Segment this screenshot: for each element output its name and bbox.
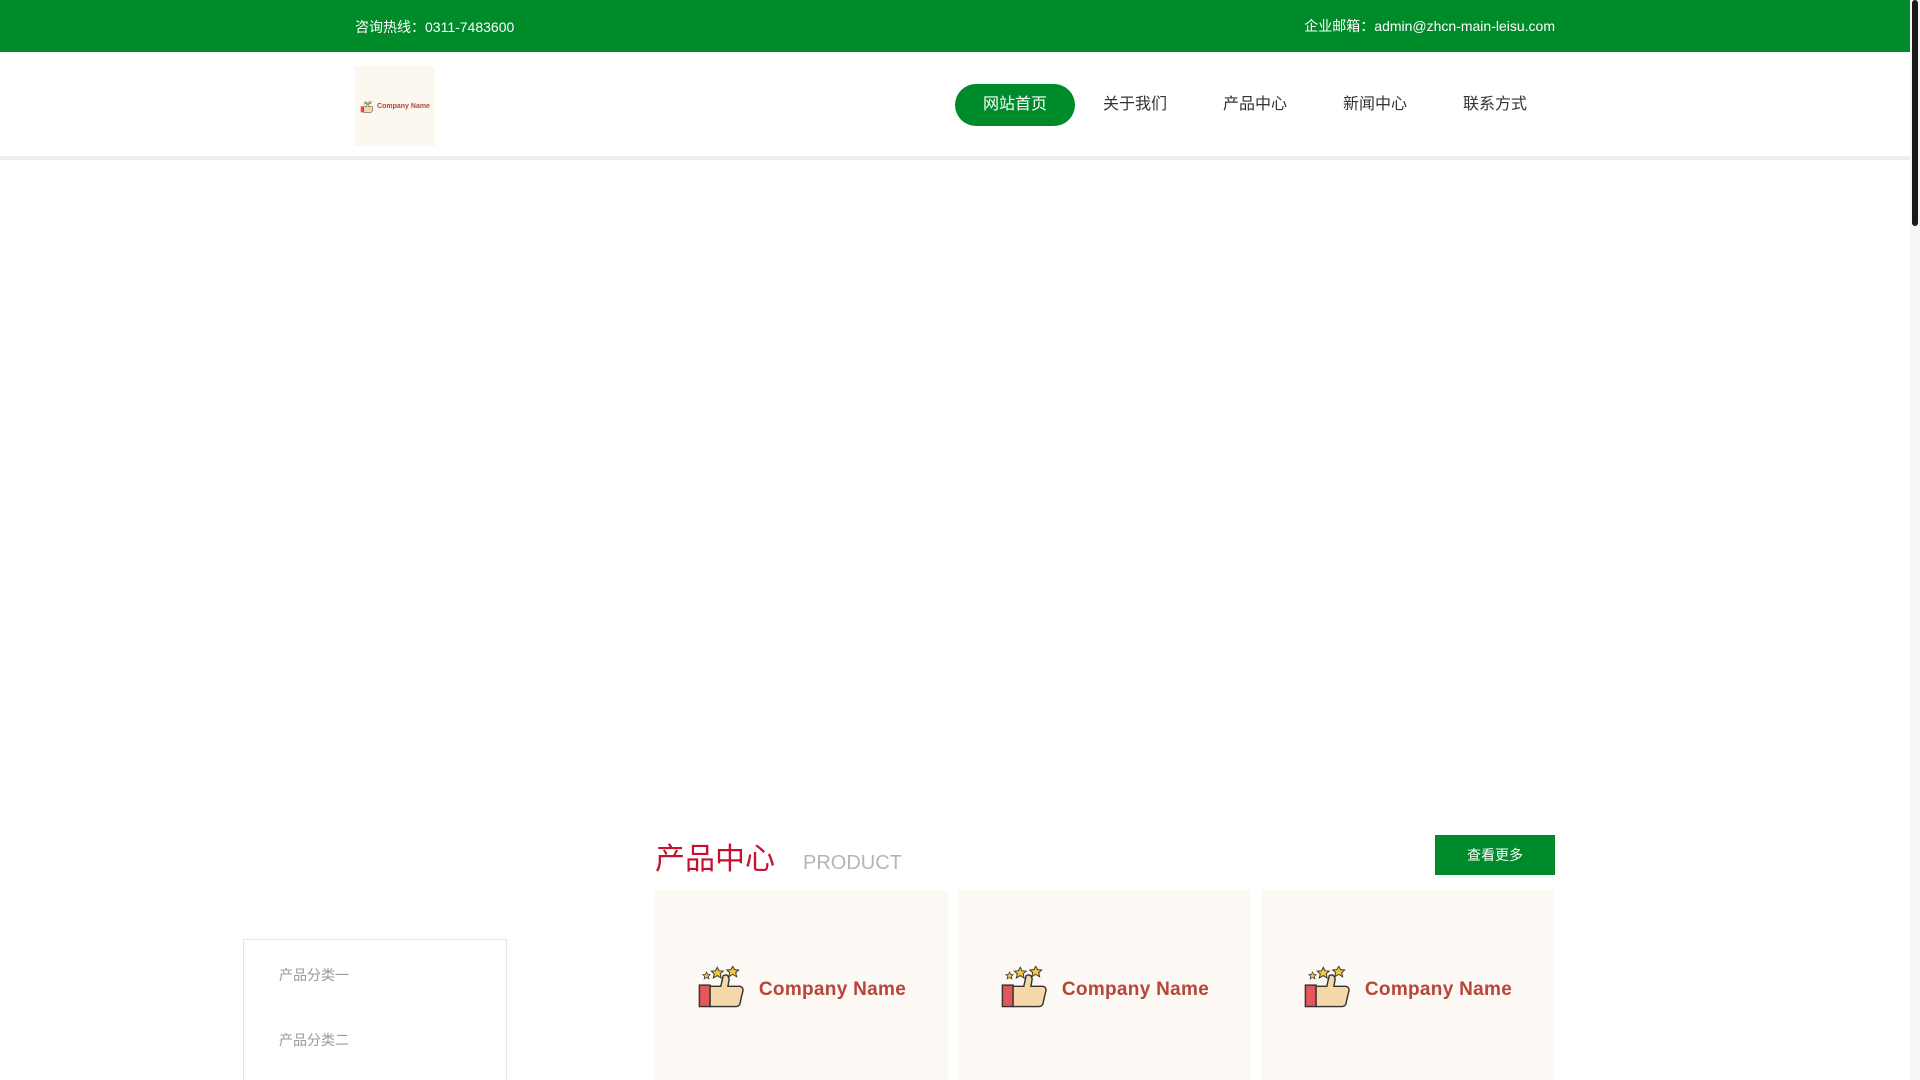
- category-item-1[interactable]: 产品分类一: [244, 943, 506, 1008]
- product-card[interactable]: Company Name: [958, 890, 1251, 1080]
- product-card-name: Company Name: [758, 979, 907, 1000]
- nav-item-contact[interactable]: 联系方式: [1435, 84, 1555, 126]
- site-header: Company Name 网站首页 关于我们 产品中心 新闻中心 联系方式: [0, 52, 1910, 160]
- main-nav: 网站首页 关于我们 产品中心 新闻中心 联系方式: [955, 84, 1555, 126]
- product-card[interactable]: Company Name: [1261, 890, 1554, 1080]
- product-list: Company Name Company Name Company Name: [655, 890, 1554, 1080]
- view-more-button[interactable]: 查看更多: [1435, 835, 1555, 875]
- top-info-bar: 咨询热线：0311-7483600 企业邮箱：admin@zhcn-main-l…: [0, 0, 1910, 52]
- logo-text: Company Name: [377, 102, 430, 110]
- nav-item-news[interactable]: 新闻中心: [1315, 84, 1435, 126]
- nav-item-home[interactable]: 网站首页: [955, 84, 1075, 126]
- products-section-title: 产品中心 PRODUCT: [655, 834, 902, 878]
- page-scrollbar[interactable]: [1910, 0, 1920, 1080]
- thumbs-up-stars-icon: [697, 965, 747, 1014]
- product-category-panel: 产品分类一 产品分类二: [243, 939, 507, 1080]
- products-title-zh: 产品中心: [655, 843, 775, 876]
- nav-item-products[interactable]: 产品中心: [1195, 84, 1315, 126]
- thumbs-up-stars-icon: [1000, 965, 1050, 1014]
- products-title-en: PRODUCT: [803, 852, 902, 874]
- nav-item-about[interactable]: 关于我们: [1075, 84, 1195, 126]
- email-text: 企业邮箱：admin@zhcn-main-leisu.com: [1304, 18, 1555, 34]
- product-card[interactable]: Company Name: [655, 890, 948, 1080]
- banner-area: [0, 164, 1910, 804]
- scrollbar-thumb[interactable]: [1912, 0, 1918, 226]
- product-card-name: Company Name: [1364, 979, 1513, 1000]
- thumbs-up-stars-icon: [1303, 965, 1353, 1014]
- hotline-text: 咨询热线：0311-7483600: [355, 19, 515, 35]
- product-card-name: Company Name: [1061, 979, 1210, 1000]
- site-logo[interactable]: Company Name: [355, 66, 435, 146]
- thumbs-up-stars-icon: [360, 100, 374, 113]
- category-item-2[interactable]: 产品分类二: [244, 1008, 506, 1073]
